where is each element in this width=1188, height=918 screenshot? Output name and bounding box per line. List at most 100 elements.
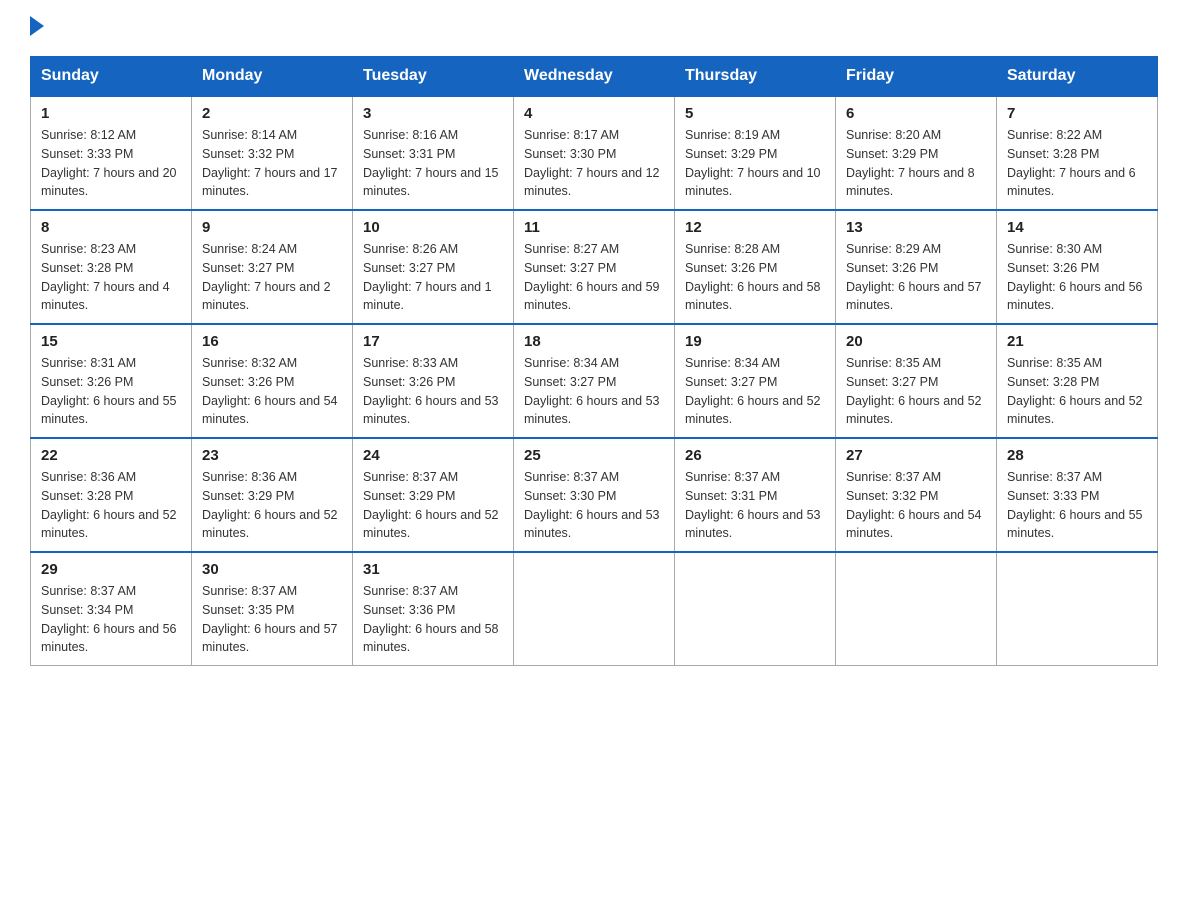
calendar-cell: 31 Sunrise: 8:37 AM Sunset: 3:36 PM Dayl…: [353, 552, 514, 666]
calendar-week-4: 22 Sunrise: 8:36 AM Sunset: 3:28 PM Dayl…: [31, 438, 1158, 552]
calendar-cell: 5 Sunrise: 8:19 AM Sunset: 3:29 PM Dayli…: [675, 96, 836, 210]
day-info: Sunrise: 8:36 AM Sunset: 3:28 PM Dayligh…: [41, 468, 181, 543]
calendar-cell: 6 Sunrise: 8:20 AM Sunset: 3:29 PM Dayli…: [836, 96, 997, 210]
calendar-cell: 22 Sunrise: 8:36 AM Sunset: 3:28 PM Dayl…: [31, 438, 192, 552]
day-info: Sunrise: 8:37 AM Sunset: 3:30 PM Dayligh…: [524, 468, 664, 543]
calendar-cell: 16 Sunrise: 8:32 AM Sunset: 3:26 PM Dayl…: [192, 324, 353, 438]
day-info: Sunrise: 8:24 AM Sunset: 3:27 PM Dayligh…: [202, 240, 342, 315]
day-info: Sunrise: 8:37 AM Sunset: 3:33 PM Dayligh…: [1007, 468, 1147, 543]
day-info: Sunrise: 8:36 AM Sunset: 3:29 PM Dayligh…: [202, 468, 342, 543]
day-info: Sunrise: 8:32 AM Sunset: 3:26 PM Dayligh…: [202, 354, 342, 429]
day-info: Sunrise: 8:19 AM Sunset: 3:29 PM Dayligh…: [685, 126, 825, 201]
day-info: Sunrise: 8:37 AM Sunset: 3:32 PM Dayligh…: [846, 468, 986, 543]
page-header: [30, 20, 1158, 36]
calendar-table: SundayMondayTuesdayWednesdayThursdayFrid…: [30, 56, 1158, 666]
day-info: Sunrise: 8:33 AM Sunset: 3:26 PM Dayligh…: [363, 354, 503, 429]
calendar-cell: 18 Sunrise: 8:34 AM Sunset: 3:27 PM Dayl…: [514, 324, 675, 438]
calendar-week-1: 1 Sunrise: 8:12 AM Sunset: 3:33 PM Dayli…: [31, 96, 1158, 210]
calendar-header: SundayMondayTuesdayWednesdayThursdayFrid…: [31, 57, 1158, 97]
weekday-header-friday: Friday: [836, 57, 997, 97]
day-info: Sunrise: 8:28 AM Sunset: 3:26 PM Dayligh…: [685, 240, 825, 315]
day-number: 4: [524, 105, 664, 122]
day-number: 24: [363, 447, 503, 464]
day-number: 15: [41, 333, 181, 350]
calendar-cell: 17 Sunrise: 8:33 AM Sunset: 3:26 PM Dayl…: [353, 324, 514, 438]
calendar-cell: 27 Sunrise: 8:37 AM Sunset: 3:32 PM Dayl…: [836, 438, 997, 552]
day-number: 11: [524, 219, 664, 236]
logo-line1: [30, 20, 44, 36]
day-number: 18: [524, 333, 664, 350]
day-number: 3: [363, 105, 503, 122]
calendar-cell: 9 Sunrise: 8:24 AM Sunset: 3:27 PM Dayli…: [192, 210, 353, 324]
day-info: Sunrise: 8:34 AM Sunset: 3:27 PM Dayligh…: [685, 354, 825, 429]
calendar-cell: [836, 552, 997, 666]
calendar-cell: 30 Sunrise: 8:37 AM Sunset: 3:35 PM Dayl…: [192, 552, 353, 666]
calendar-cell: 23 Sunrise: 8:36 AM Sunset: 3:29 PM Dayl…: [192, 438, 353, 552]
calendar-cell: 24 Sunrise: 8:37 AM Sunset: 3:29 PM Dayl…: [353, 438, 514, 552]
day-info: Sunrise: 8:23 AM Sunset: 3:28 PM Dayligh…: [41, 240, 181, 315]
calendar-cell: 25 Sunrise: 8:37 AM Sunset: 3:30 PM Dayl…: [514, 438, 675, 552]
calendar-cell: 15 Sunrise: 8:31 AM Sunset: 3:26 PM Dayl…: [31, 324, 192, 438]
day-number: 21: [1007, 333, 1147, 350]
weekday-header-wednesday: Wednesday: [514, 57, 675, 97]
day-info: Sunrise: 8:20 AM Sunset: 3:29 PM Dayligh…: [846, 126, 986, 201]
day-info: Sunrise: 8:37 AM Sunset: 3:35 PM Dayligh…: [202, 582, 342, 657]
day-info: Sunrise: 8:37 AM Sunset: 3:34 PM Dayligh…: [41, 582, 181, 657]
calendar-cell: 29 Sunrise: 8:37 AM Sunset: 3:34 PM Dayl…: [31, 552, 192, 666]
calendar-cell: 12 Sunrise: 8:28 AM Sunset: 3:26 PM Dayl…: [675, 210, 836, 324]
logo-combined: [30, 20, 44, 36]
calendar-cell: 20 Sunrise: 8:35 AM Sunset: 3:27 PM Dayl…: [836, 324, 997, 438]
day-info: Sunrise: 8:37 AM Sunset: 3:36 PM Dayligh…: [363, 582, 503, 657]
calendar-cell: 11 Sunrise: 8:27 AM Sunset: 3:27 PM Dayl…: [514, 210, 675, 324]
day-number: 16: [202, 333, 342, 350]
calendar-cell: [997, 552, 1158, 666]
day-info: Sunrise: 8:27 AM Sunset: 3:27 PM Dayligh…: [524, 240, 664, 315]
day-info: Sunrise: 8:12 AM Sunset: 3:33 PM Dayligh…: [41, 126, 181, 201]
calendar-cell: 13 Sunrise: 8:29 AM Sunset: 3:26 PM Dayl…: [836, 210, 997, 324]
weekday-header-row: SundayMondayTuesdayWednesdayThursdayFrid…: [31, 57, 1158, 97]
day-number: 10: [363, 219, 503, 236]
calendar-cell: 8 Sunrise: 8:23 AM Sunset: 3:28 PM Dayli…: [31, 210, 192, 324]
calendar-cell: 10 Sunrise: 8:26 AM Sunset: 3:27 PM Dayl…: [353, 210, 514, 324]
calendar-cell: 4 Sunrise: 8:17 AM Sunset: 3:30 PM Dayli…: [514, 96, 675, 210]
day-info: Sunrise: 8:37 AM Sunset: 3:29 PM Dayligh…: [363, 468, 503, 543]
day-info: Sunrise: 8:37 AM Sunset: 3:31 PM Dayligh…: [685, 468, 825, 543]
day-number: 1: [41, 105, 181, 122]
day-number: 22: [41, 447, 181, 464]
calendar-week-3: 15 Sunrise: 8:31 AM Sunset: 3:26 PM Dayl…: [31, 324, 1158, 438]
day-number: 9: [202, 219, 342, 236]
calendar-cell: 3 Sunrise: 8:16 AM Sunset: 3:31 PM Dayli…: [353, 96, 514, 210]
day-number: 20: [846, 333, 986, 350]
day-number: 23: [202, 447, 342, 464]
weekday-header-thursday: Thursday: [675, 57, 836, 97]
day-number: 26: [685, 447, 825, 464]
calendar-cell: 28 Sunrise: 8:37 AM Sunset: 3:33 PM Dayl…: [997, 438, 1158, 552]
day-number: 28: [1007, 447, 1147, 464]
day-number: 17: [363, 333, 503, 350]
day-number: 13: [846, 219, 986, 236]
weekday-header-tuesday: Tuesday: [353, 57, 514, 97]
calendar-cell: 21 Sunrise: 8:35 AM Sunset: 3:28 PM Dayl…: [997, 324, 1158, 438]
day-number: 5: [685, 105, 825, 122]
day-info: Sunrise: 8:34 AM Sunset: 3:27 PM Dayligh…: [524, 354, 664, 429]
day-number: 19: [685, 333, 825, 350]
calendar-cell: 7 Sunrise: 8:22 AM Sunset: 3:28 PM Dayli…: [997, 96, 1158, 210]
day-info: Sunrise: 8:16 AM Sunset: 3:31 PM Dayligh…: [363, 126, 503, 201]
weekday-header-monday: Monday: [192, 57, 353, 97]
calendar-week-2: 8 Sunrise: 8:23 AM Sunset: 3:28 PM Dayli…: [31, 210, 1158, 324]
day-info: Sunrise: 8:29 AM Sunset: 3:26 PM Dayligh…: [846, 240, 986, 315]
weekday-header-saturday: Saturday: [997, 57, 1158, 97]
day-info: Sunrise: 8:14 AM Sunset: 3:32 PM Dayligh…: [202, 126, 342, 201]
calendar-body: 1 Sunrise: 8:12 AM Sunset: 3:33 PM Dayli…: [31, 96, 1158, 666]
day-info: Sunrise: 8:31 AM Sunset: 3:26 PM Dayligh…: [41, 354, 181, 429]
day-info: Sunrise: 8:35 AM Sunset: 3:27 PM Dayligh…: [846, 354, 986, 429]
day-number: 29: [41, 561, 181, 578]
day-number: 30: [202, 561, 342, 578]
calendar-week-5: 29 Sunrise: 8:37 AM Sunset: 3:34 PM Dayl…: [31, 552, 1158, 666]
day-number: 12: [685, 219, 825, 236]
day-info: Sunrise: 8:30 AM Sunset: 3:26 PM Dayligh…: [1007, 240, 1147, 315]
day-number: 2: [202, 105, 342, 122]
calendar-cell: 1 Sunrise: 8:12 AM Sunset: 3:33 PM Dayli…: [31, 96, 192, 210]
logo: [30, 20, 44, 36]
day-number: 27: [846, 447, 986, 464]
